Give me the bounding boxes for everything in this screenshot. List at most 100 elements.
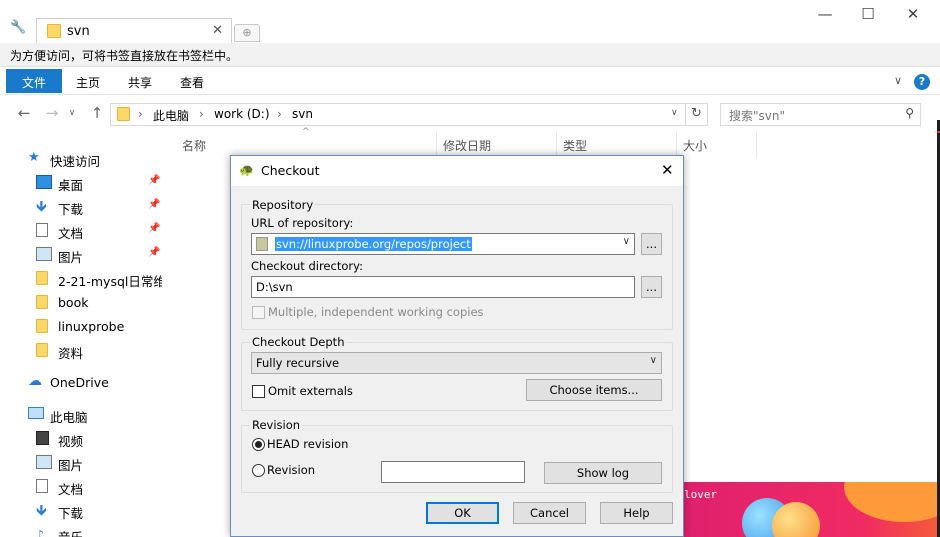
tab-file[interactable]: 文件 [6, 69, 62, 93]
sidebar-item-label: 资料 [58, 346, 84, 361]
breadcrumb-chevron-icon[interactable]: › [138, 107, 143, 121]
sidebar-item-label: 音乐 [58, 527, 83, 537]
breadcrumb-chevron-icon[interactable]: › [277, 107, 282, 121]
column-modified[interactable]: 修改日期 [443, 137, 491, 154]
star-icon: ★ [28, 150, 40, 165]
url-label: URL of repository: [251, 216, 354, 230]
chevron-down-icon[interactable]: ∨ [650, 355, 657, 366]
multiple-checkbox[interactable] [252, 306, 265, 319]
breadcrumb-svn[interactable]: svn [292, 107, 313, 121]
radio-dot [255, 441, 262, 448]
breadcrumb-this-pc[interactable]: 此电脑 [153, 107, 189, 124]
sidebar-item-desktop[interactable]: 桌面 📌 [0, 172, 170, 196]
revision-label: Revision [267, 463, 316, 477]
dialog-title: Checkout [261, 163, 320, 178]
balloon-orange [772, 502, 820, 537]
dialog-titlebar[interactable]: 🐢 Checkout ✕ [231, 156, 683, 186]
sidebar-item-this-pc[interactable]: 此电脑 [0, 404, 170, 428]
forward-arrow-icon[interactable]: → [42, 104, 62, 122]
up-arrow-icon[interactable]: ↑ [87, 104, 107, 122]
browse-dir-button[interactable]: ... [641, 276, 662, 298]
cancel-button[interactable]: Cancel [513, 502, 586, 524]
sidebar-item-downloads[interactable]: 🡻 下载 [0, 500, 170, 524]
pin-icon[interactable]: 📌 [148, 175, 160, 186]
sidebar-item-folder[interactable]: book [0, 292, 170, 316]
show-log-button[interactable]: Show log [544, 462, 662, 484]
breadcrumb-chevron-icon[interactable]: › [199, 107, 204, 121]
document-icon [36, 479, 48, 493]
column-name[interactable]: 名称 [182, 137, 206, 154]
sidebar-item-onedrive[interactable]: ☁ OneDrive [0, 372, 170, 396]
sidebar-item-label: 桌面 [58, 178, 84, 193]
folder-icon [117, 107, 130, 121]
search-input[interactable]: 搜索"svn" ⚲ [720, 103, 921, 126]
chevron-down-icon[interactable]: ∨ [894, 74, 902, 87]
url-history-icon [256, 237, 268, 251]
browser-tab[interactable]: svn ✕ [36, 18, 232, 44]
column-type[interactable]: 类型 [563, 137, 587, 154]
recent-chevron-icon[interactable]: ∨ [62, 108, 82, 118]
tab-share[interactable]: 共享 [114, 69, 166, 93]
tab-view[interactable]: 查看 [166, 69, 218, 93]
new-tab-button[interactable]: ⊕ [234, 24, 260, 42]
sidebar-item-videos[interactable]: 视频 [0, 428, 170, 452]
sidebar-item-folder[interactable]: 资料 [0, 340, 170, 364]
sidebar-item-label: 此电脑 [50, 410, 88, 425]
url-combobox[interactable]: svn://linuxprobe.org/repos/project ∨ [251, 233, 635, 255]
revision-input[interactable] [381, 461, 525, 483]
refresh-icon[interactable]: ↻ [686, 103, 708, 126]
sidebar-item-pictures[interactable]: 图片 [0, 452, 170, 476]
sidebar-item-label: OneDrive [50, 375, 109, 390]
pin-icon[interactable]: 📌 [148, 247, 160, 258]
revision-radio[interactable] [252, 464, 265, 477]
checkout-dir-field[interactable]: D:\svn [251, 276, 635, 298]
sidebar-item-documents[interactable]: 文档 📌 [0, 220, 170, 244]
head-revision-radio[interactable] [252, 438, 265, 451]
help-icon[interactable]: ? [914, 74, 930, 90]
maximize-icon[interactable]: ☐ [853, 6, 883, 24]
close-icon[interactable]: ✕ [661, 161, 674, 179]
tab-home[interactable]: 主页 [62, 69, 114, 93]
column-size[interactable]: 大小 [683, 137, 707, 154]
sidebar-item-quick-access[interactable]: ★ 快速访问 [0, 148, 170, 172]
advert-banner[interactable]: lover [684, 482, 937, 537]
navigation-bar: ← → ∨ ↑ › 此电脑 › work (D:) › svn ∨ ↻ 搜索"s… [0, 100, 940, 128]
pin-icon[interactable]: 📌 [148, 223, 160, 234]
music-icon: ♪ [36, 527, 44, 537]
sidebar-item-downloads[interactable]: 🡻 下载 📌 [0, 196, 170, 220]
url-value: svn://linuxprobe.org/repos/project [275, 237, 472, 251]
computer-icon [28, 407, 44, 419]
column-divider[interactable] [756, 132, 757, 158]
sidebar-item-label: 下载 [58, 506, 84, 521]
back-arrow-icon[interactable]: ← [14, 104, 34, 122]
sidebar-item-folder[interactable]: 2-21-mysql日常维 [0, 268, 170, 292]
sort-arrow-icon: ^ [302, 127, 310, 137]
chevron-down-icon[interactable]: ∨ [623, 236, 630, 247]
ok-button[interactable]: OK [426, 502, 499, 524]
sidebar-item-documents[interactable]: 文档 [0, 476, 170, 500]
breadcrumb-drive[interactable]: work (D:) [214, 107, 270, 121]
help-button[interactable]: Help [600, 502, 673, 524]
pin-icon[interactable]: 📌 [148, 199, 160, 210]
wrench-icon[interactable]: 🔧 [10, 20, 26, 35]
sidebar-item-pictures[interactable]: 图片 📌 [0, 244, 170, 268]
folder-icon [36, 271, 48, 285]
sidebar-item-label: linuxprobe [58, 319, 125, 334]
folder-icon [47, 24, 61, 38]
address-bar[interactable]: › 此电脑 › work (D:) › svn ∨ [110, 103, 686, 126]
address-dropdown-icon[interactable]: ∨ [671, 108, 678, 118]
dir-value: D:\svn [256, 280, 293, 294]
sidebar-item-music[interactable]: ♪ 音乐 [0, 524, 170, 537]
close-window-icon[interactable]: ✕ [898, 6, 928, 24]
close-tab-icon[interactable]: ✕ [212, 23, 223, 38]
choose-items-button[interactable]: Choose items... [526, 379, 662, 401]
search-placeholder: 搜索"svn" [729, 109, 785, 123]
video-icon [36, 431, 49, 445]
sidebar-item-label: 文档 [58, 482, 84, 497]
depth-select[interactable]: Fully recursive ∨ [251, 352, 662, 374]
sidebar-item-folder[interactable]: linuxprobe [0, 316, 170, 340]
omit-externals-checkbox[interactable] [252, 385, 265, 398]
minimize-icon[interactable]: — [810, 6, 840, 24]
picture-icon [36, 247, 52, 261]
browse-url-button[interactable]: ... [641, 233, 662, 255]
